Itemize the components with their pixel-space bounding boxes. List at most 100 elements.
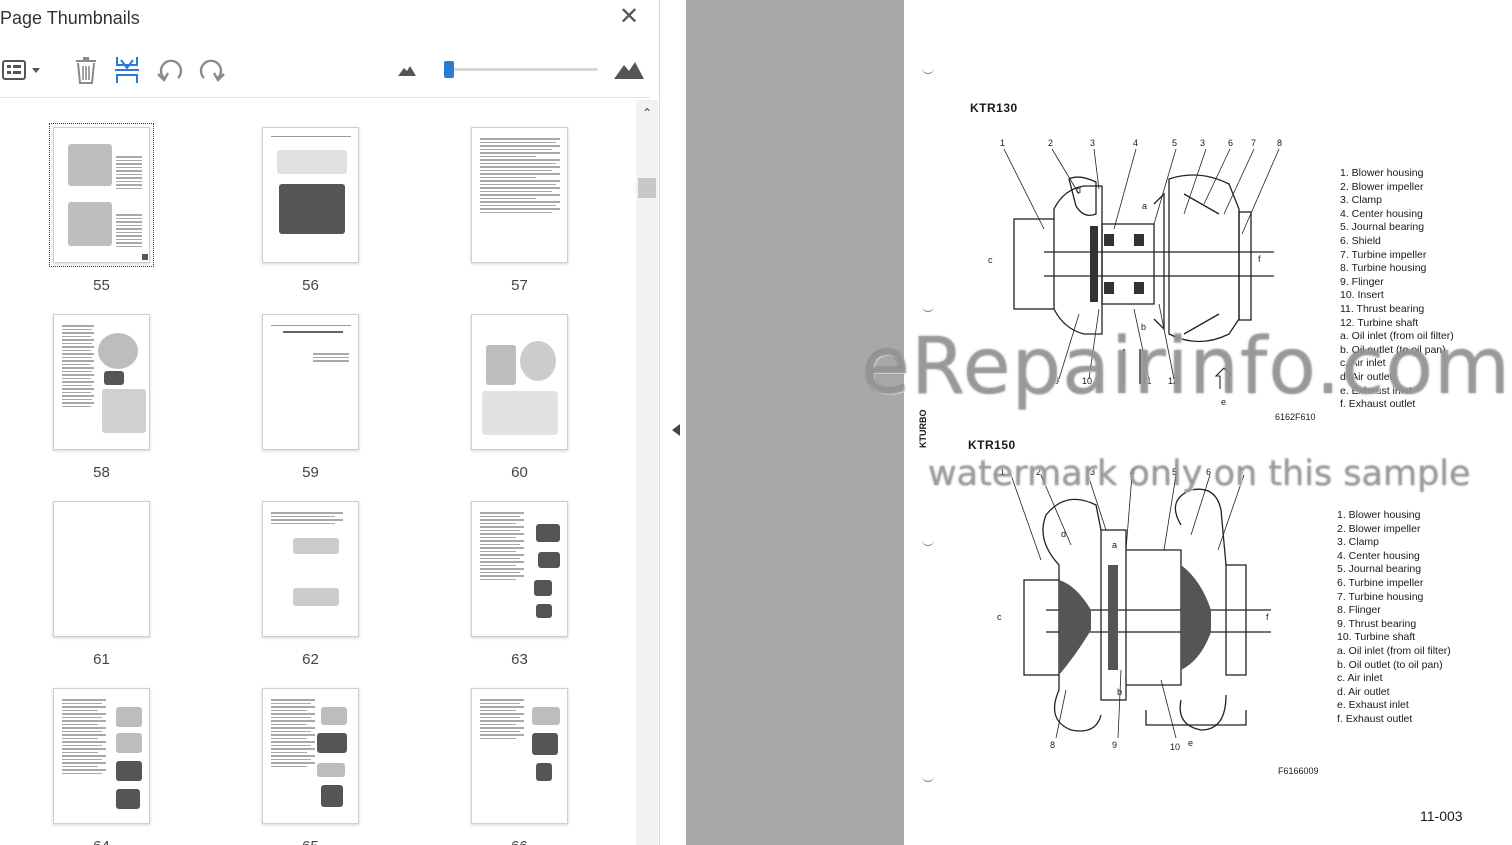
thumbnail-page-number: 55 bbox=[93, 277, 110, 294]
zoom-slider-handle[interactable] bbox=[444, 61, 455, 78]
thumbnail-image[interactable] bbox=[53, 688, 150, 824]
punch-mark bbox=[922, 306, 934, 312]
legend-entry: 10. Turbine shaft bbox=[1337, 631, 1416, 644]
legend-entry: 6. Shield bbox=[1340, 234, 1381, 247]
diagram-callout: 7 bbox=[1251, 138, 1257, 148]
thumbnail-toolbar bbox=[0, 46, 650, 98]
diagram-callout: 1 bbox=[1000, 138, 1006, 148]
scrollbar-thumb[interactable] bbox=[638, 178, 656, 198]
diagram-callout: 8 bbox=[1277, 138, 1283, 148]
diagram-letter-callout: a bbox=[1112, 540, 1118, 550]
legend-entry: f. Exhaust outlet bbox=[1337, 712, 1413, 725]
diagram-letter-callout: f bbox=[1258, 254, 1261, 264]
thumbnail-image[interactable] bbox=[53, 314, 150, 450]
thumbnail-image[interactable] bbox=[262, 314, 359, 450]
thumbnail-image[interactable] bbox=[471, 501, 568, 637]
legend-entry: 2. Blower impeller bbox=[1340, 180, 1424, 193]
diagram-callout: 10 bbox=[1170, 742, 1181, 752]
scroll-up-button[interactable]: ⌃ bbox=[640, 106, 654, 120]
thumbnail-text-lines bbox=[480, 512, 560, 582]
thumbnail-page-number: 61 bbox=[93, 651, 110, 668]
bottom-model-title: KTR150 bbox=[968, 438, 1016, 452]
legend-entry: 9. Flinger bbox=[1340, 275, 1384, 288]
diagram-letter-callout: d bbox=[1061, 529, 1067, 539]
close-panel-button[interactable]: ✕ bbox=[616, 4, 642, 30]
page-thumbnails-panel: Page Thumbnails ✕ 55 56 57 58 59 60 61 6… bbox=[0, 0, 660, 845]
thumbnail-image[interactable] bbox=[471, 127, 568, 263]
legend-entry: 1. Blower housing bbox=[1337, 509, 1421, 521]
thumbnail-page-number: 56 bbox=[302, 277, 319, 294]
diagram-callout: 3 bbox=[1200, 138, 1206, 148]
diagram-letter-callout: f bbox=[1266, 612, 1269, 622]
thumbnail-scrollbar[interactable]: ⌃ bbox=[636, 100, 658, 845]
diagram-letter-callout: c bbox=[988, 255, 993, 265]
top-model-title: KTR130 bbox=[970, 101, 1018, 115]
diagram-callout: 5 bbox=[1172, 138, 1178, 148]
ktr150-cross-section-diagram bbox=[1010, 474, 1271, 739]
large-mountain-icon bbox=[614, 62, 644, 79]
zoom-in-thumbnails-button[interactable] bbox=[612, 54, 646, 86]
legend-entry: 1. Blower housing bbox=[1340, 167, 1424, 179]
thumbnail-image[interactable] bbox=[262, 501, 359, 637]
thumbnail-image[interactable] bbox=[53, 501, 150, 637]
thumbnail-image[interactable] bbox=[262, 688, 359, 824]
document-page[interactable]: KTR130 1 2 3 4 5 3 6 7 8 9 10 11 12 a b … bbox=[904, 0, 1512, 845]
thumbnail-text-lines bbox=[271, 512, 351, 526]
thumbnail-image[interactable] bbox=[49, 123, 154, 267]
diagram-letter-callout: c bbox=[997, 612, 1002, 622]
legend-entry: e. Exhaust inlet bbox=[1337, 699, 1409, 712]
diagram-letter-callout: e bbox=[1188, 738, 1194, 748]
legend-entry: 4. Center housing bbox=[1340, 207, 1423, 220]
diagram-callout: 4 bbox=[1133, 138, 1139, 148]
legend-entry: 3. Clamp bbox=[1340, 194, 1383, 207]
legend-entry: c. Air inlet bbox=[1337, 672, 1383, 685]
legend-entry: 8. Turbine housing bbox=[1340, 262, 1427, 275]
delete-pages-button[interactable] bbox=[70, 54, 102, 86]
legend-entry: 5. Journal bearing bbox=[1340, 221, 1425, 234]
thumbnail-image[interactable] bbox=[471, 688, 568, 824]
punch-mark bbox=[922, 776, 934, 782]
close-icon: ✕ bbox=[618, 3, 640, 30]
thumbnail-grid: 55 56 57 58 59 60 61 62 63 64 65 66 bbox=[0, 100, 636, 845]
legend-entry: 10. Insert bbox=[1340, 289, 1384, 302]
punch-mark bbox=[922, 540, 934, 546]
thumbnail-image[interactable] bbox=[262, 127, 359, 263]
insert-pages-button[interactable] bbox=[112, 54, 142, 86]
legend-entry: 7. Turbine housing bbox=[1337, 590, 1424, 603]
diagram-callout: 6 bbox=[1228, 138, 1234, 148]
thumbnail-page-number: 62 bbox=[302, 651, 319, 668]
diagram-callout: 2 bbox=[1048, 138, 1054, 148]
rotate-counterclockwise-button[interactable] bbox=[154, 54, 186, 86]
thumbnail-image[interactable] bbox=[471, 314, 568, 450]
thumbnail-page-number: 57 bbox=[511, 277, 528, 294]
legend-entry: 9. Thrust bearing bbox=[1337, 617, 1417, 630]
trash-icon bbox=[76, 57, 96, 84]
diagram-callout: 3 bbox=[1090, 138, 1096, 148]
thumbnail-text-lines bbox=[480, 138, 560, 215]
legend-entry: 5. Journal bearing bbox=[1337, 563, 1422, 576]
legend-entry: 4. Center housing bbox=[1337, 549, 1420, 562]
watermark-main: eRepairinfo.com bbox=[862, 322, 1512, 412]
thumbnail-page-number: 63 bbox=[511, 651, 528, 668]
insert-pages-icon bbox=[115, 57, 139, 83]
thumbnail-options-icon bbox=[2, 60, 40, 80]
legend-entry: 11. Thrust bearing bbox=[1340, 302, 1425, 315]
legend-entry: d. Air outlet bbox=[1337, 685, 1390, 698]
thumbnail-zoom-slider[interactable] bbox=[444, 61, 598, 78]
side-label: KTURBO bbox=[918, 409, 928, 449]
diagram-letter-callout: b bbox=[1117, 687, 1123, 697]
legend-entry: 7. Turbine impeller bbox=[1340, 248, 1427, 261]
rotate-clockwise-button[interactable] bbox=[196, 54, 228, 86]
thumbnail-page-number: 58 bbox=[93, 464, 110, 481]
legend-entry: b. Oil outlet (to oil pan) bbox=[1337, 658, 1443, 671]
legend-entry: 6. Turbine impeller bbox=[1337, 576, 1424, 589]
thumbnail-options-button[interactable] bbox=[0, 54, 44, 86]
bottom-figure-id: F6166009 bbox=[1278, 766, 1319, 776]
panel-splitter[interactable] bbox=[660, 0, 686, 845]
collapse-panel-arrow-icon[interactable] bbox=[672, 424, 680, 436]
thumbnail-page-number: 65 bbox=[258, 838, 363, 845]
zoom-out-thumbnails-button[interactable] bbox=[396, 54, 418, 86]
legend-entry: 8. Flinger bbox=[1337, 604, 1381, 617]
rotate-counterclockwise-icon bbox=[157, 59, 183, 82]
thumbnail-page-number: 64 bbox=[49, 838, 154, 845]
